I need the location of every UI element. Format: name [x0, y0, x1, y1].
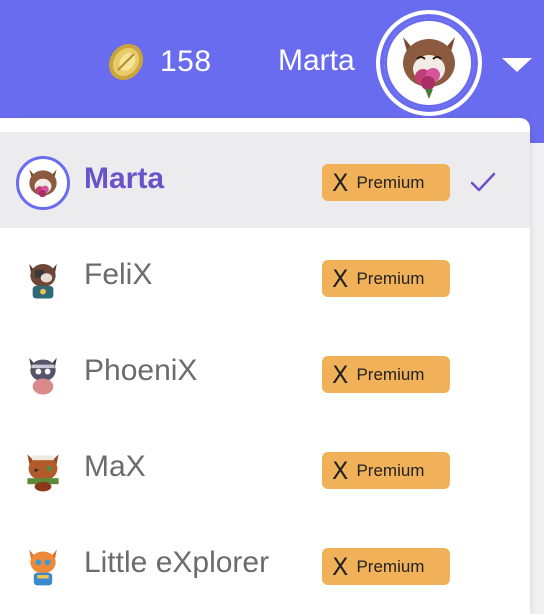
premium-badge-x: X	[332, 552, 349, 581]
cat-avatar-icon	[16, 156, 70, 210]
premium-badge: X Premium	[322, 164, 450, 201]
profile-name: Little eXplorer	[84, 546, 270, 579]
coin-icon	[108, 43, 144, 81]
premium-badge: X Premium	[322, 356, 450, 393]
current-user-name: Marta	[278, 44, 355, 77]
premium-badge: X Premium	[322, 452, 450, 489]
grey-cat-avatar-icon	[16, 348, 70, 402]
orange-cat-avatar-icon	[16, 540, 70, 594]
coin-count: 158	[160, 45, 212, 78]
premium-badge-label: Premium	[356, 460, 425, 480]
robot-cat-avatar-icon	[16, 252, 70, 306]
premium-badge-x: X	[332, 360, 349, 389]
profile-item-phoenix[interactable]: PhoeniX X Premium	[0, 324, 530, 420]
profile-dropdown-menu: Marta X Premium FeliX X Premium PhoeniX …	[0, 118, 530, 614]
profile-name: PhoeniX	[84, 354, 198, 387]
profile-item-max[interactable]: MaX X Premium	[0, 420, 530, 516]
chevron-down-icon[interactable]	[502, 58, 532, 72]
premium-badge-x: X	[332, 168, 349, 197]
user-avatar[interactable]	[376, 10, 482, 116]
premium-badge-label: Premium	[356, 268, 425, 288]
profile-item-marta[interactable]: Marta X Premium	[0, 132, 530, 228]
pirate-cat-avatar-icon	[16, 444, 70, 498]
premium-badge-label: Premium	[356, 172, 425, 192]
premium-badge-x: X	[332, 456, 349, 485]
profile-name: Marta	[84, 162, 165, 195]
profile-name: FeliX	[84, 258, 153, 291]
premium-badge-label: Premium	[356, 556, 425, 576]
coin-balance: 158	[104, 40, 212, 84]
checkmark-icon	[470, 172, 496, 192]
premium-badge-label: Premium	[356, 364, 425, 384]
premium-badge: X Premium	[322, 548, 450, 585]
profile-item-felix[interactable]: FeliX X Premium	[0, 228, 530, 324]
profile-name: MaX	[84, 450, 146, 483]
premium-badge: X Premium	[322, 260, 450, 297]
premium-badge-x: X	[332, 264, 349, 293]
profile-item-little-explorer[interactable]: Little eXplorer X Premium	[0, 516, 530, 612]
cat-avatar-icon	[384, 18, 474, 108]
